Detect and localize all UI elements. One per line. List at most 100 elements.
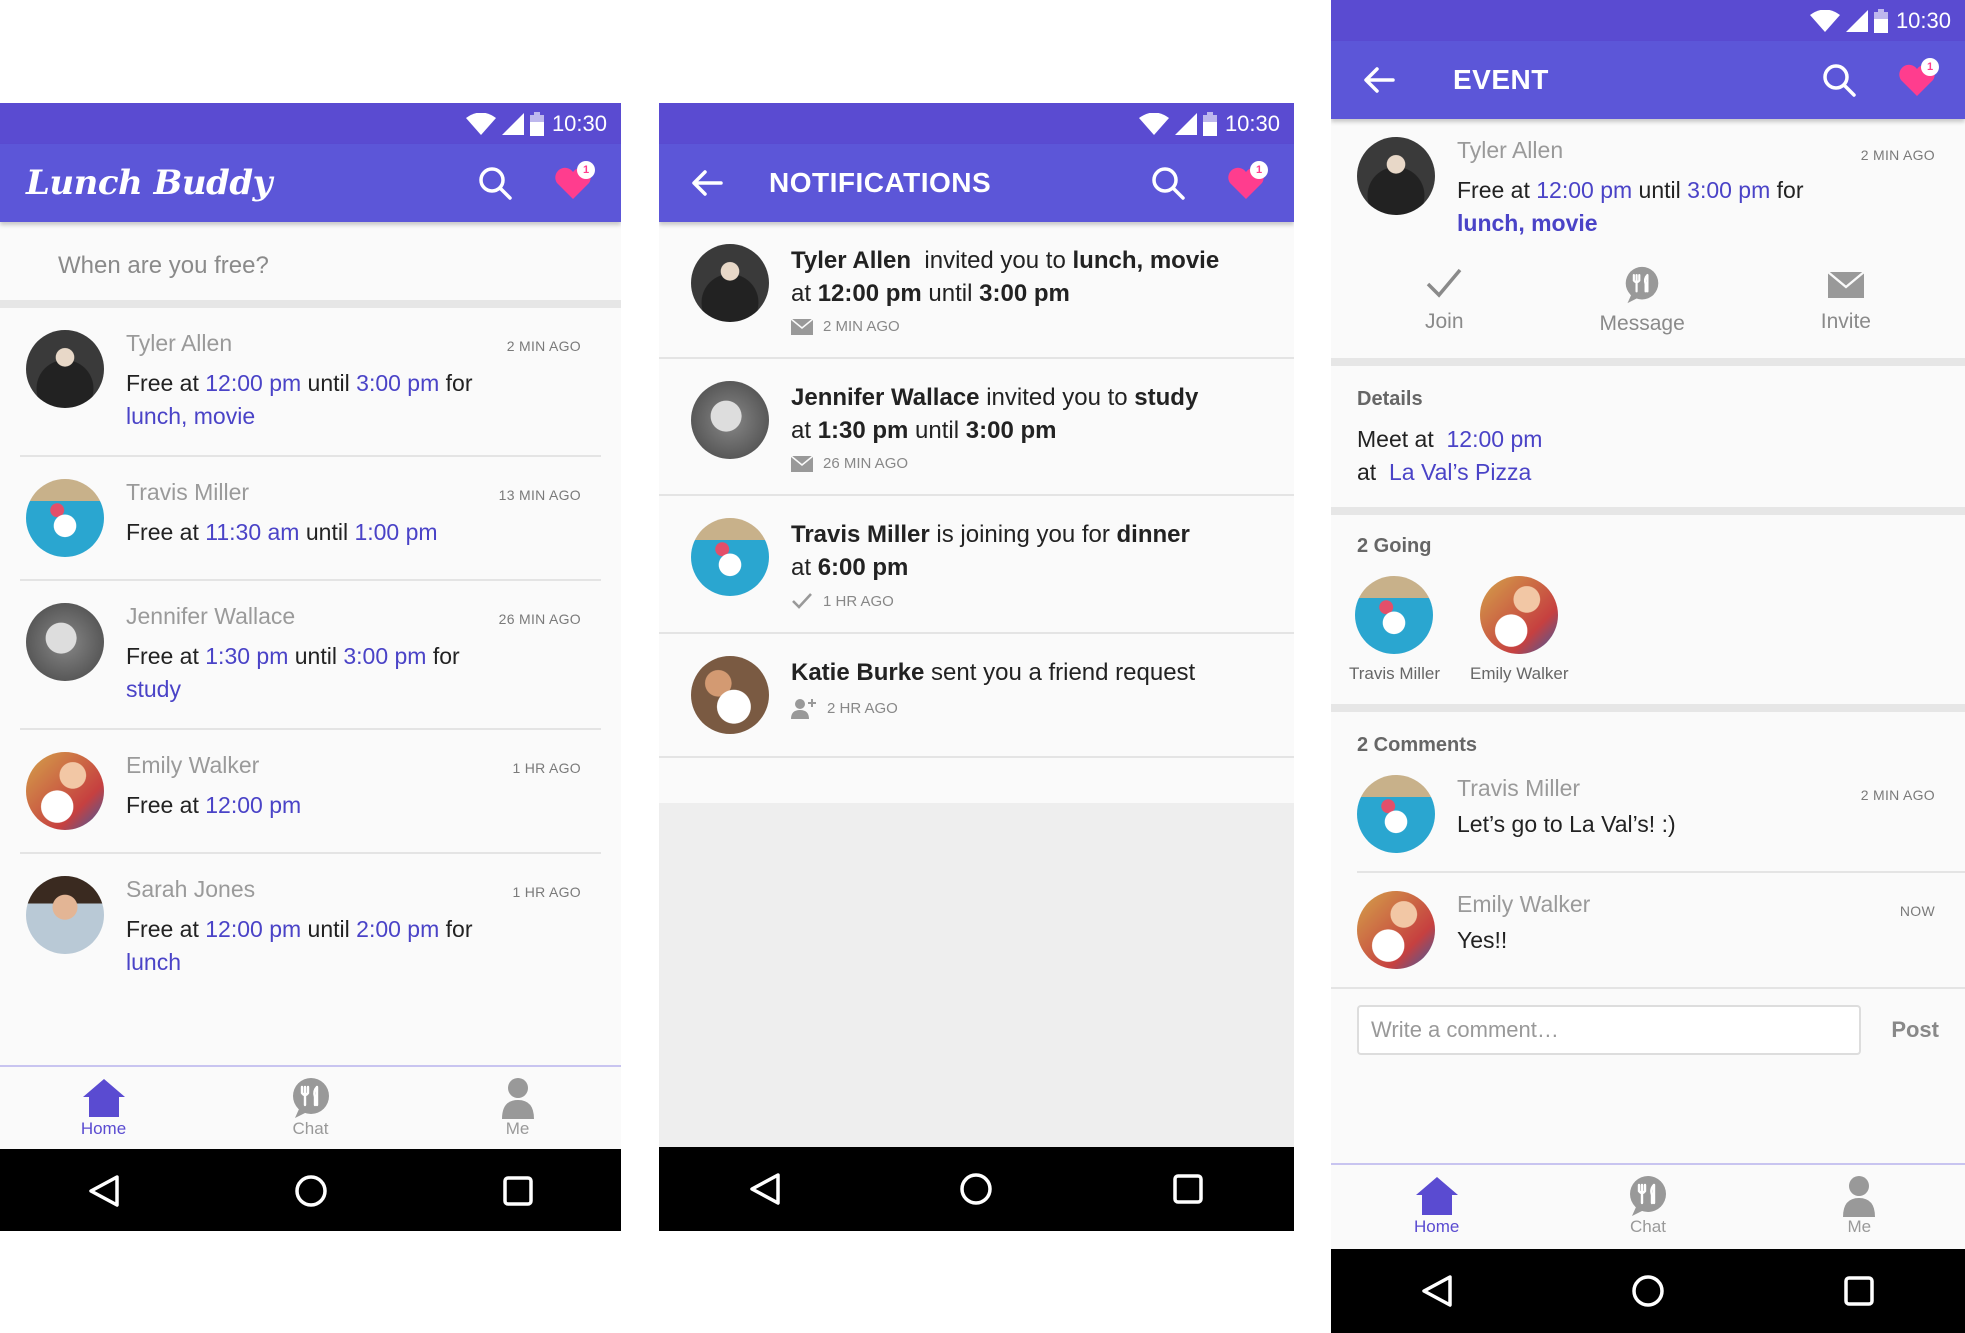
notification-badge: 1	[1921, 58, 1939, 76]
nav-me[interactable]: Me	[1799, 1175, 1919, 1237]
nav-chat-label: Chat	[1630, 1217, 1666, 1236]
search-button[interactable]	[1146, 161, 1190, 205]
notification-item[interactable]: Tyler Allen invited you to lunch, movie a…	[659, 222, 1294, 359]
feed-for: for	[439, 370, 473, 396]
page-title: NOTIFICATIONS	[769, 167, 992, 198]
home-screen: 10:30 Lunch Buddy 1 When are you free? T…	[0, 103, 621, 1231]
signal-icon	[501, 112, 524, 135]
going-person[interactable]: Emily Walker	[1470, 576, 1569, 684]
search-icon	[1823, 64, 1856, 97]
feed-list: Tyler Allen Free at 12:00 pm until 3:00 …	[0, 308, 621, 1001]
notification-body: Katie Burke sent you a friend request 2 …	[791, 656, 1274, 734]
wifi-icon	[465, 112, 496, 135]
feed-prefix: Free at	[126, 370, 206, 396]
home-circle-icon[interactable]	[294, 1174, 328, 1208]
back-button[interactable]	[1357, 58, 1401, 102]
notification-timestamp: 1 HR AGO	[823, 592, 894, 610]
avatar	[1357, 137, 1435, 215]
meet-time: 12:00 pm	[1446, 426, 1543, 452]
join-button[interactable]: Join	[1425, 266, 1464, 336]
avatar	[26, 752, 104, 830]
back-triangle-icon[interactable]	[1420, 1274, 1454, 1308]
avatar	[1357, 775, 1435, 853]
notification-start-time: 12:00 pm	[817, 280, 922, 307]
feed-availability: Free at 12:00 pm	[126, 789, 601, 822]
recents-square-icon[interactable]	[1842, 1274, 1876, 1308]
home-circle-icon[interactable]	[959, 1172, 993, 1206]
event-summary: Tyler Allen Free at 12:00 pm until 3:00 …	[1331, 119, 1965, 366]
notification-at: at	[791, 554, 818, 581]
feed-for: for	[426, 643, 460, 669]
feed-availability: Free at 11:30 am until 1:00 pm	[126, 516, 601, 549]
notification-verb: sent you a friend request	[924, 659, 1196, 686]
nav-home[interactable]: Home	[44, 1077, 164, 1139]
feed-item[interactable]: Jennifer Wallace Free at 1:30 pm until 3…	[20, 579, 601, 728]
recents-square-icon[interactable]	[501, 1174, 535, 1208]
back-button[interactable]	[685, 161, 729, 205]
avatar	[26, 603, 104, 681]
feed-prefix: Free at	[126, 792, 206, 818]
comment-author: Emily Walker	[1457, 891, 1591, 917]
arrow-left-icon	[692, 170, 723, 196]
feed-item[interactable]: Tyler Allen Free at 12:00 pm until 3:00 …	[0, 308, 621, 455]
avatar	[691, 656, 769, 734]
comment-item: Emily Walker Yes!! NOW	[1357, 871, 1965, 987]
comment-timestamp: 2 MIN AGO	[1860, 787, 1935, 803]
avatar	[691, 518, 769, 596]
notification-item[interactable]: Jennifer Wallace invited you to study at …	[659, 359, 1294, 496]
feed-end-time: 1:00 pm	[354, 519, 438, 545]
home-circle-icon[interactable]	[1631, 1274, 1665, 1308]
notification-badge: 1	[1250, 161, 1268, 179]
feed-timestamp: 13 MIN AGO	[498, 487, 581, 503]
feed-timestamp: 1 HR AGO	[512, 760, 581, 776]
notifications-screen: 10:30 NOTIFICATIONS 1 Tyler Allen invite…	[659, 103, 1294, 1231]
search-icon	[1152, 167, 1185, 200]
notification-user: Katie Burke	[791, 659, 925, 686]
feed-item[interactable]: Sarah Jones Free at 12:00 pm until 2:00 …	[20, 852, 601, 1001]
place-link[interactable]: La Val’s Pizza	[1389, 459, 1531, 485]
search-button[interactable]	[473, 161, 517, 205]
wifi-icon	[1809, 9, 1840, 32]
nav-home[interactable]: Home	[1377, 1175, 1497, 1237]
feed-item[interactable]: Travis Miller Free at 11:30 am until 1:0…	[20, 455, 601, 579]
feed-availability: Free at 12:00 pm until 2:00 pm for lunch	[126, 913, 601, 979]
invite-label: Invite	[1820, 310, 1871, 333]
avatar	[26, 876, 104, 954]
notification-until: until	[908, 417, 966, 444]
avatar	[1355, 576, 1434, 654]
notification-activity: dinner	[1116, 521, 1190, 548]
nav-chat[interactable]: Chat	[1588, 1175, 1708, 1237]
going-person[interactable]: Travis Miller	[1349, 576, 1440, 684]
event-availability: Free at 12:00 pm until 3:00 pm for lunch,…	[1457, 174, 1939, 240]
nav-chat-label: Chat	[292, 1119, 329, 1138]
feed-item[interactable]: Emily Walker Free at 12:00 pm 1 HR AGO	[20, 728, 601, 852]
recents-square-icon[interactable]	[1171, 1172, 1205, 1206]
nav-chat[interactable]: Chat	[251, 1077, 371, 1139]
favorites-button[interactable]: 1	[551, 161, 595, 205]
notification-item[interactable]: Katie Burke sent you a friend request 2 …	[659, 634, 1294, 758]
event-host: Tyler Allen Free at 12:00 pm until 3:00 …	[1357, 137, 1939, 240]
feed-until: until	[301, 370, 357, 396]
favorites-button[interactable]: 1	[1224, 161, 1268, 205]
feed-timestamp: 1 HR AGO	[512, 884, 581, 900]
event-details: Details Meet at 12:00 pm at La Val’s Pizz…	[1331, 366, 1965, 515]
favorites-button[interactable]: 1	[1895, 58, 1939, 102]
back-triangle-icon[interactable]	[748, 1172, 782, 1206]
nav-me[interactable]: Me	[458, 1077, 578, 1139]
feed-until: until	[301, 916, 357, 942]
notification-meta: 26 MIN AGO	[791, 455, 1274, 472]
notification-item[interactable]: Travis Miller is joining you for dinner a…	[659, 496, 1294, 634]
notification-text: Travis Miller is joining you for dinner a…	[791, 518, 1274, 584]
feed-timestamp: 2 MIN AGO	[506, 338, 581, 354]
notification-user: Jennifer Wallace	[791, 384, 980, 411]
invite-button[interactable]: Invite	[1821, 266, 1871, 336]
message-button[interactable]: Message	[1600, 266, 1685, 336]
arrow-left-icon	[1364, 67, 1395, 93]
event-timestamp: 2 MIN AGO	[1860, 147, 1935, 163]
join-label: Join	[1425, 310, 1464, 333]
search-button[interactable]	[1817, 58, 1861, 102]
post-button[interactable]: Post	[1891, 1017, 1939, 1043]
back-triangle-icon[interactable]	[87, 1174, 121, 1208]
availability-search-input[interactable]: When are you free?	[0, 232, 621, 308]
comment-input[interactable]: Write a comment…	[1357, 1005, 1862, 1055]
